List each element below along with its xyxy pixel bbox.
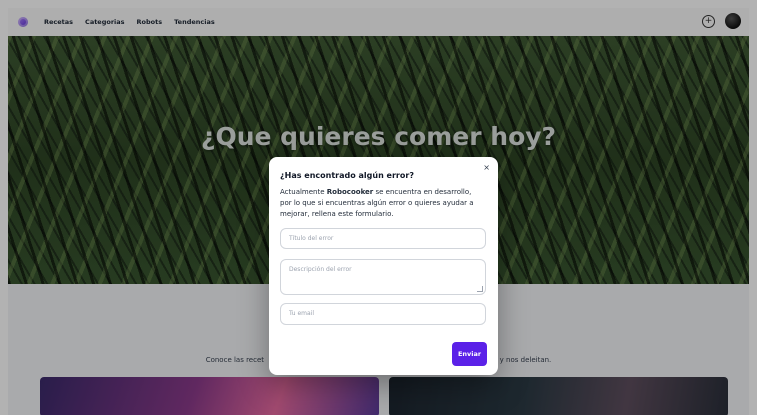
resize-handle-icon[interactable]	[477, 286, 483, 292]
error-description-placeholder: Descripción del error	[289, 266, 352, 273]
modal-title: ¿Has encontrado algún error?	[280, 171, 414, 180]
modal-description: Actualmente Robocooker se encuentra en d…	[280, 187, 485, 220]
email-input[interactable]: Tu email	[280, 303, 486, 325]
error-title-input[interactable]: Título del error	[280, 228, 486, 249]
submit-button[interactable]: Enviar	[452, 342, 487, 366]
error-description-textarea[interactable]: Descripción del error	[280, 259, 486, 295]
modal-desc-prefix: Actualmente	[280, 188, 327, 196]
close-icon[interactable]: ×	[483, 163, 490, 172]
modal-desc-brand: Robocooker	[326, 188, 374, 196]
error-report-modal: × ¿Has encontrado algún error? Actualmen…	[269, 157, 498, 375]
